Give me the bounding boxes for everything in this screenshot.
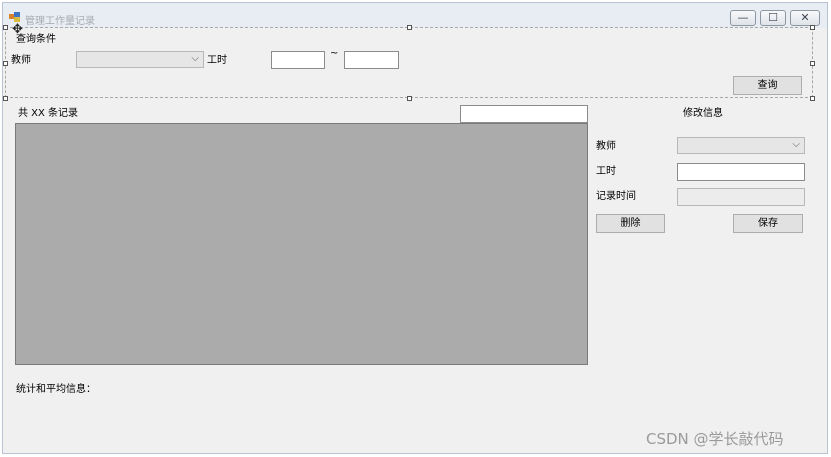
watermark: CSDN @学长敲代码 [646, 430, 784, 448]
edit-teacher-label: 教师 [596, 141, 616, 152]
resize-handle[interactable] [3, 25, 8, 30]
range-separator: ~ [330, 48, 339, 59]
query-hours-label: 工时 [207, 55, 227, 66]
query-group-label: 查询条件 [16, 34, 56, 45]
stats-label: 统计和平均信息： [16, 384, 96, 395]
minimize-button[interactable]: — [730, 10, 756, 26]
resize-handle[interactable] [407, 25, 412, 30]
resize-handle[interactable] [3, 96, 8, 101]
resize-handle[interactable] [407, 96, 412, 101]
title-bar[interactable]: 管理工作量记录 — ☐ ✕ [3, 3, 827, 28]
resize-handle[interactable] [810, 96, 815, 101]
search-button[interactable]: 查询 [733, 76, 802, 95]
record-filter-input[interactable] [460, 105, 588, 123]
resize-handle[interactable] [810, 25, 815, 30]
maximize-button[interactable]: ☐ [760, 10, 786, 26]
hours-from-input[interactable] [271, 51, 325, 69]
chevron-down-icon: ⌵ [191, 53, 199, 64]
resize-handle[interactable] [3, 61, 8, 66]
edit-time-input[interactable] [677, 188, 805, 206]
save-button[interactable]: 保存 [733, 214, 803, 233]
query-teacher-select[interactable]: ⌵ [76, 51, 204, 68]
record-count-label: 共 XX 条记录 [18, 108, 79, 119]
query-teacher-label: 教师 [11, 55, 31, 66]
app-icon [9, 12, 20, 22]
edit-teacher-select[interactable]: ⌵ [677, 137, 805, 154]
window-title: 管理工作量记录 [25, 16, 95, 27]
hours-to-input[interactable] [344, 51, 399, 69]
edit-hours-label: 工时 [596, 166, 616, 177]
edit-hours-input[interactable] [677, 163, 805, 181]
records-data-grid[interactable] [15, 123, 588, 365]
chevron-down-icon: ⌵ [792, 139, 800, 150]
edit-time-label: 记录时间 [596, 191, 636, 202]
close-button[interactable]: ✕ [790, 10, 820, 26]
resize-handle[interactable] [810, 61, 815, 66]
edit-panel-title: 修改信息 [683, 108, 723, 119]
delete-button[interactable]: 删除 [596, 214, 665, 233]
